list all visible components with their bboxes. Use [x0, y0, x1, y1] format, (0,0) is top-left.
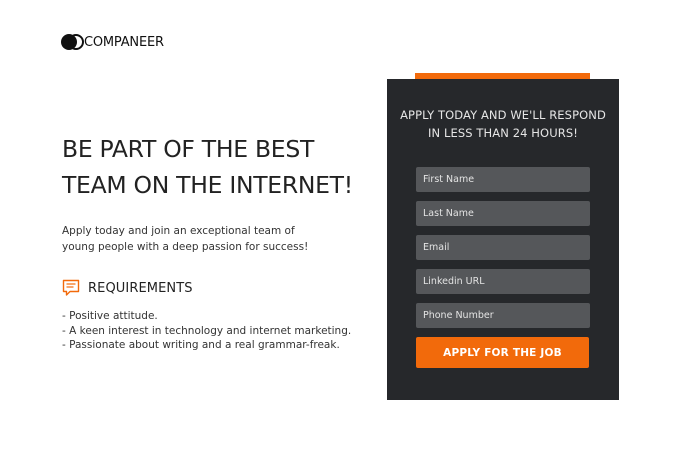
requirements-list: - Positive attitude. - A keen interest i…: [62, 309, 351, 353]
form-heading-line2: IN LESS THAN 24 HOURS!: [428, 126, 578, 140]
page-headline: BE PART OF THE BEST TEAM ON THE INTERNET…: [62, 135, 353, 199]
linkedin-url-input[interactable]: [416, 269, 590, 294]
form-heading: APPLY TODAY AND WE'LL RESPOND IN LESS TH…: [387, 106, 619, 142]
brand-name: COMPANEER: [84, 34, 164, 50]
requirement-item: - Positive attitude.: [62, 310, 158, 322]
requirement-item: - Passionate about writing and a real gr…: [62, 339, 340, 351]
chat-bubble-icon: [62, 279, 80, 296]
first-name-input[interactable]: [416, 167, 590, 192]
last-name-input[interactable]: [416, 201, 590, 226]
intro-text: Apply today and join an exceptional team…: [62, 225, 309, 253]
brand-logo[interactable]: COMPANEER: [61, 32, 164, 52]
apply-for-job-button[interactable]: APPLY FOR THE JOB: [416, 337, 589, 368]
email-input[interactable]: [416, 235, 590, 260]
phone-number-input[interactable]: [416, 303, 590, 328]
form-heading-line1: APPLY TODAY AND WE'LL RESPOND: [400, 108, 606, 122]
logo-mark-icon: [61, 33, 84, 51]
requirements-title: REQUIREMENTS: [88, 280, 193, 296]
requirements-heading: REQUIREMENTS: [62, 278, 193, 298]
requirement-item: - A keen interest in technology and inte…: [62, 324, 352, 337]
